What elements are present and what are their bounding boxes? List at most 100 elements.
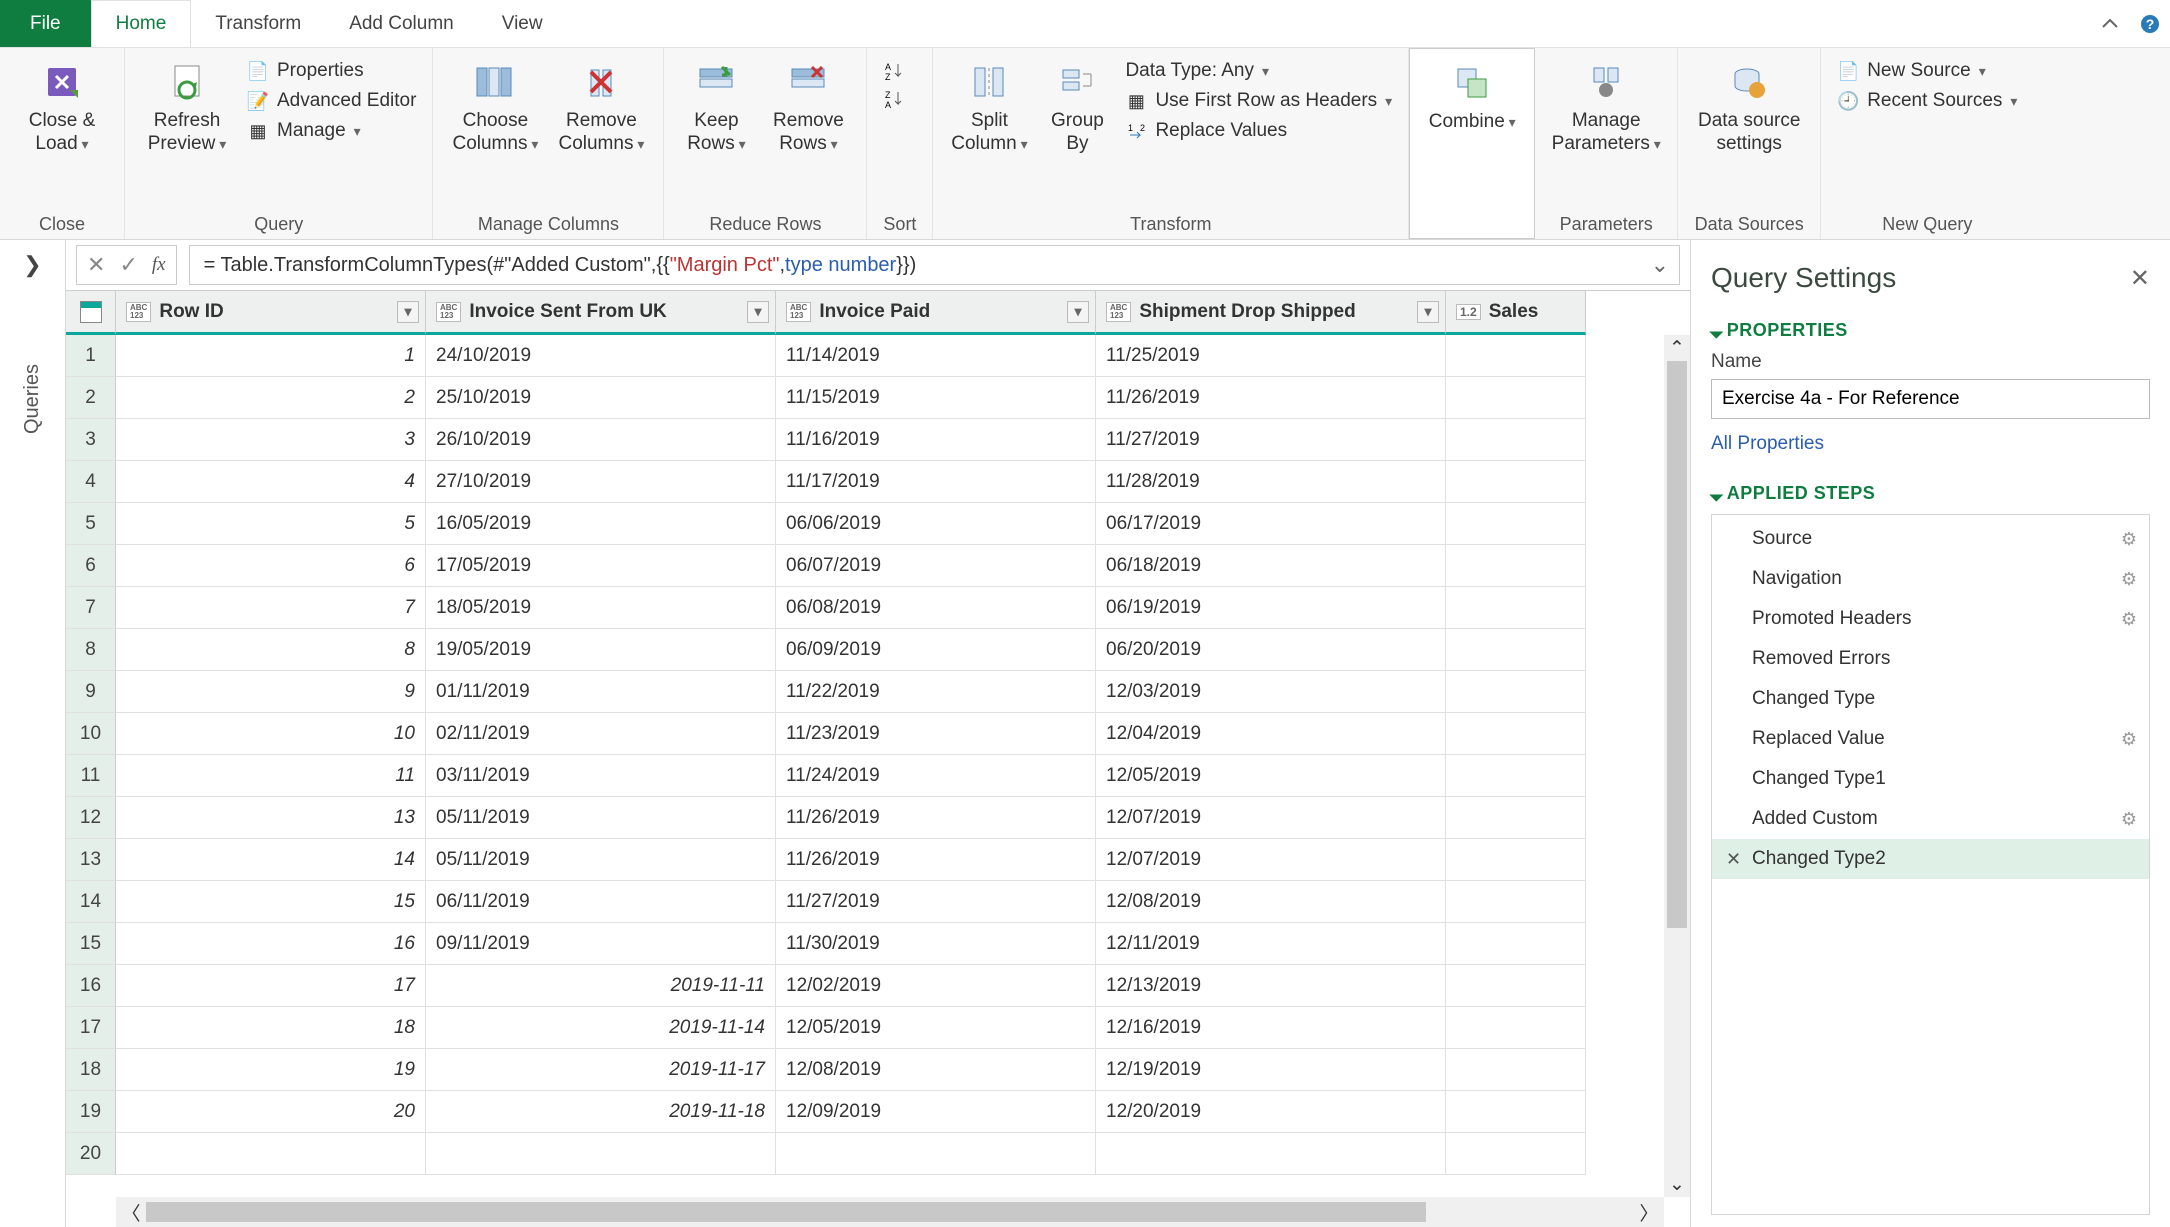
collapse-ribbon-icon[interactable] xyxy=(2090,0,2130,47)
cell-row-id[interactable]: 15 xyxy=(116,881,426,923)
cell-row-id[interactable]: 11 xyxy=(116,755,426,797)
column-header[interactable]: ABC123Invoice Sent From UK▾ xyxy=(426,291,776,335)
cell[interactable]: 12/08/2019 xyxy=(776,1049,1096,1091)
combine-button[interactable]: Combine xyxy=(1426,55,1518,134)
cell[interactable]: 25/10/2019 xyxy=(426,377,776,419)
row-number[interactable]: 1 xyxy=(66,335,116,377)
cell[interactable]: 12/20/2019 xyxy=(1096,1091,1446,1133)
cell-row-id[interactable] xyxy=(116,1133,426,1175)
row-number[interactable]: 11 xyxy=(66,755,116,797)
cell[interactable]: 11/27/2019 xyxy=(1096,419,1446,461)
split-column-button[interactable]: Split Column xyxy=(949,54,1029,156)
cell[interactable]: 06/20/2019 xyxy=(1096,629,1446,671)
cell[interactable] xyxy=(1446,1049,1586,1091)
cell[interactable]: 16/05/2019 xyxy=(426,503,776,545)
cell[interactable]: 27/10/2019 xyxy=(426,461,776,503)
cell[interactable]: 06/09/2019 xyxy=(776,629,1096,671)
applied-step[interactable]: ✕Changed Type2 xyxy=(1712,839,2149,879)
cell[interactable]: 06/18/2019 xyxy=(1096,545,1446,587)
row-number[interactable]: 15 xyxy=(66,923,116,965)
tab-home[interactable]: Home xyxy=(91,0,192,47)
row-number[interactable]: 9 xyxy=(66,671,116,713)
cell[interactable]: 12/16/2019 xyxy=(1096,1007,1446,1049)
applied-step[interactable]: Removed Errors xyxy=(1712,639,2149,679)
cell-row-id[interactable]: 20 xyxy=(116,1091,426,1133)
cell[interactable] xyxy=(1446,629,1586,671)
cell[interactable]: 12/05/2019 xyxy=(1096,755,1446,797)
cell[interactable] xyxy=(426,1133,776,1175)
cell[interactable]: 12/04/2019 xyxy=(1096,713,1446,755)
cell[interactable]: 18/05/2019 xyxy=(426,587,776,629)
sort-desc-button[interactable]: ZA xyxy=(883,88,905,110)
cell[interactable]: 11/17/2019 xyxy=(776,461,1096,503)
cell[interactable]: 06/11/2019 xyxy=(426,881,776,923)
cell[interactable]: 11/26/2019 xyxy=(776,797,1096,839)
keep-rows-button[interactable]: Keep Rows xyxy=(680,54,752,156)
scroll-right-icon[interactable]: 〉 xyxy=(1634,1197,1664,1227)
type-icon[interactable]: ABC123 xyxy=(436,302,461,322)
gear-icon[interactable]: ⚙ xyxy=(2121,569,2137,590)
cell[interactable]: 12/05/2019 xyxy=(776,1007,1096,1049)
delete-step-icon[interactable]: ✕ xyxy=(1726,849,1741,870)
cell[interactable] xyxy=(1446,377,1586,419)
tab-file[interactable]: File xyxy=(0,0,91,47)
cell-row-id[interactable]: 9 xyxy=(116,671,426,713)
cell-row-id[interactable]: 17 xyxy=(116,965,426,1007)
gear-icon[interactable]: ⚙ xyxy=(2121,729,2137,750)
cell[interactable] xyxy=(1446,545,1586,587)
scroll-up-icon[interactable]: ⌃ xyxy=(1664,335,1690,361)
cell[interactable] xyxy=(1446,503,1586,545)
cell-row-id[interactable]: 4 xyxy=(116,461,426,503)
applied-step[interactable]: Added Custom⚙ xyxy=(1712,799,2149,839)
cell[interactable]: 11/27/2019 xyxy=(776,881,1096,923)
manage-button[interactable]: ▦Manage xyxy=(247,120,416,142)
cell[interactable]: 06/07/2019 xyxy=(776,545,1096,587)
column-header[interactable]: 1.2Sales xyxy=(1446,291,1586,335)
row-number[interactable]: 12 xyxy=(66,797,116,839)
cell[interactable]: 11/16/2019 xyxy=(776,419,1096,461)
cell[interactable]: 2019-11-17 xyxy=(426,1049,776,1091)
row-number[interactable]: 3 xyxy=(66,419,116,461)
table-corner[interactable] xyxy=(66,291,116,335)
cell[interactable] xyxy=(1096,1133,1446,1175)
cell[interactable] xyxy=(1446,755,1586,797)
cell[interactable] xyxy=(1446,881,1586,923)
remove-columns-button[interactable]: Remove Columns xyxy=(555,54,647,156)
expand-queries-icon[interactable]: ❯ xyxy=(17,246,47,284)
cell[interactable]: 11/26/2019 xyxy=(776,839,1096,881)
cell-row-id[interactable]: 10 xyxy=(116,713,426,755)
cell[interactable] xyxy=(1446,713,1586,755)
scroll-left-icon[interactable]: 〈 xyxy=(116,1197,146,1227)
row-number[interactable]: 10 xyxy=(66,713,116,755)
cell-row-id[interactable]: 5 xyxy=(116,503,426,545)
row-number[interactable]: 6 xyxy=(66,545,116,587)
cell[interactable] xyxy=(1446,1133,1586,1175)
cell-row-id[interactable]: 19 xyxy=(116,1049,426,1091)
formula-expand-icon[interactable]: ⌄ xyxy=(1651,252,1669,278)
cell-row-id[interactable]: 2 xyxy=(116,377,426,419)
properties-header[interactable]: PROPERTIES xyxy=(1711,320,2150,341)
cell[interactable]: 11/23/2019 xyxy=(776,713,1096,755)
cell-row-id[interactable]: 14 xyxy=(116,839,426,881)
row-number[interactable]: 19 xyxy=(66,1091,116,1133)
cell[interactable]: 05/11/2019 xyxy=(426,797,776,839)
cell-row-id[interactable]: 18 xyxy=(116,1007,426,1049)
cell[interactable]: 02/11/2019 xyxy=(426,713,776,755)
scroll-down-icon[interactable]: ⌄ xyxy=(1664,1171,1690,1197)
row-number[interactable]: 5 xyxy=(66,503,116,545)
cell[interactable] xyxy=(1446,839,1586,881)
vertical-scrollbar[interactable]: ⌃ ⌄ xyxy=(1664,335,1690,1197)
manage-parameters-button[interactable]: Manage Parameters xyxy=(1551,54,1661,156)
cell[interactable]: 06/06/2019 xyxy=(776,503,1096,545)
cell[interactable] xyxy=(1446,1007,1586,1049)
column-filter-icon[interactable]: ▾ xyxy=(397,301,419,323)
all-properties-link[interactable]: All Properties xyxy=(1711,433,2150,455)
tab-add-column[interactable]: Add Column xyxy=(325,0,478,47)
applied-step[interactable]: Promoted Headers⚙ xyxy=(1712,599,2149,639)
cell[interactable]: 05/11/2019 xyxy=(426,839,776,881)
row-number[interactable]: 7 xyxy=(66,587,116,629)
data-source-settings-button[interactable]: Data source settings xyxy=(1694,54,1804,156)
row-number[interactable]: 2 xyxy=(66,377,116,419)
applied-step[interactable]: Source⚙ xyxy=(1712,519,2149,559)
close-and-load-button[interactable]: Close & Load xyxy=(16,54,108,156)
